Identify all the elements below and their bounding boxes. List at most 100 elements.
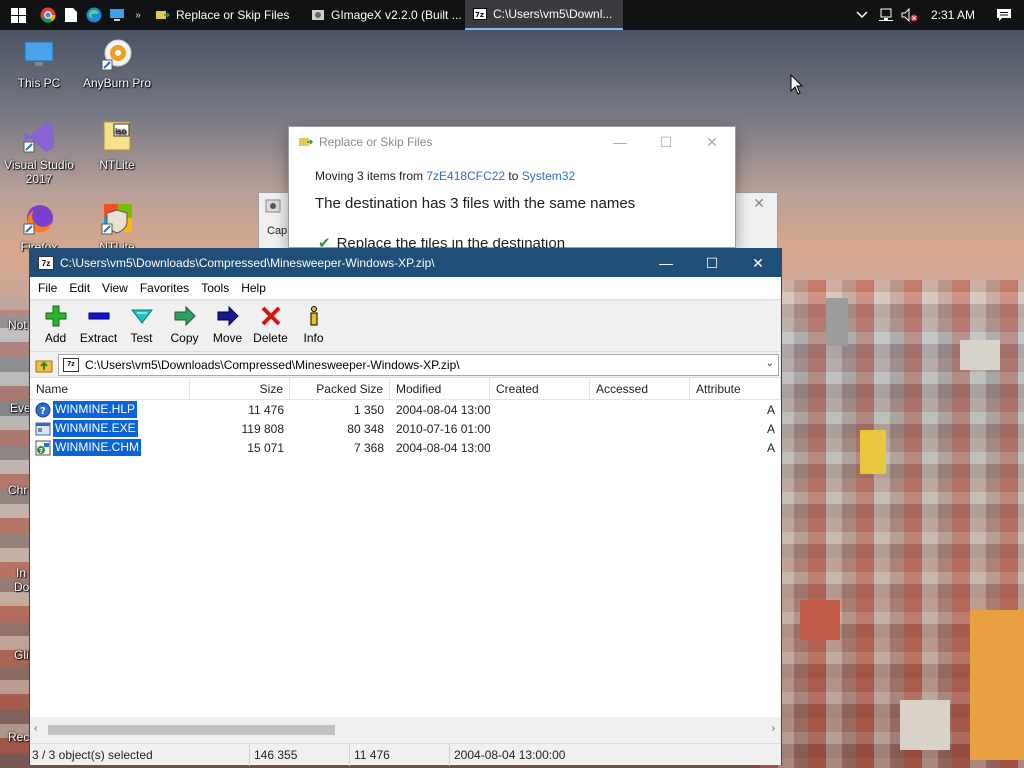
desktop-icon-label: This PC — [17, 76, 61, 90]
delete-icon — [259, 304, 283, 328]
chevron-right-icon[interactable]: » — [128, 0, 148, 30]
taskbar-clock[interactable]: 2:31 AM — [922, 8, 984, 22]
desktop-icon-ntlite-iso[interactable]: iso NTLite — [80, 120, 154, 172]
test-button[interactable]: Test — [120, 300, 163, 350]
destination-folder-link[interactable]: System32 — [522, 169, 575, 183]
delete-button[interactable]: Delete — [249, 300, 292, 350]
add-label: Add — [44, 331, 67, 345]
taskbar-task-7zip[interactable]: 7z C:\Users\vm5\Downl... — [465, 0, 623, 30]
minimize-icon[interactable]: — — [643, 249, 689, 277]
file-modified: 2004-08-04 13:00 — [396, 402, 490, 417]
taskbar-chrome-button[interactable] — [36, 0, 59, 30]
desktop-icon-ntlite[interactable]: NTLite — [80, 202, 154, 254]
extract-button[interactable]: Extract — [77, 300, 120, 350]
maximize-icon[interactable]: ☐ — [689, 249, 735, 277]
column-size[interactable]: Size — [190, 378, 290, 399]
move-files-icon — [299, 138, 313, 146]
add-button[interactable]: Add — [34, 300, 77, 350]
close-icon[interactable]: ✕ — [689, 127, 735, 157]
desktop-icon-firefox[interactable]: Firefox — [2, 202, 76, 254]
status-date: 2004-08-04 13:00:00 — [454, 747, 566, 762]
extract-icon — [87, 304, 111, 328]
replace-option-label: Replace the files in the destination — [336, 238, 566, 248]
scrollbar-thumb[interactable] — [48, 725, 335, 735]
start-button[interactable] — [0, 0, 36, 30]
taskbar-task-label: Replace or Skip Files — [176, 8, 290, 22]
replace-option[interactable]: ✔ Replace the files in the destination — [318, 238, 618, 248]
menu-bar: File Edit View Favorites Tools Help — [30, 277, 781, 299]
taskbar-task-label: GImageX v2.2.0 (Built ... — [331, 8, 462, 22]
chevron-down-icon[interactable]: ⌄ — [766, 358, 774, 369]
folder-up-icon[interactable] — [30, 353, 58, 377]
mouse-cursor-icon — [790, 74, 804, 95]
dialog-heading: The destination has 3 files with the sam… — [315, 195, 636, 212]
move-button[interactable]: Move — [206, 300, 249, 350]
close-icon[interactable]: ✕ — [747, 195, 771, 215]
table-row[interactable]: ? WINMINE.CHM 15 071 7 368 2004-08-04 13… — [30, 438, 781, 457]
taskbar-edge-button[interactable] — [82, 0, 105, 30]
dialog-window-controls: — ☐ ✕ — [597, 127, 735, 157]
minimize-icon[interactable]: — — [597, 127, 643, 157]
chrome-icon — [40, 7, 56, 23]
file-name: WINMINE.EXE — [53, 420, 138, 437]
add-icon — [44, 304, 68, 328]
volume-muted-icon[interactable] — [898, 0, 922, 30]
maximize-icon[interactable]: ☐ — [643, 127, 689, 157]
taskbar-file-button[interactable] — [59, 0, 82, 30]
replace-skip-dialog[interactable]: Replace or Skip Files — ☐ ✕ Moving 3 ite… — [288, 126, 736, 248]
column-created[interactable]: Created — [490, 378, 590, 399]
monitor-icon — [22, 38, 56, 72]
table-row[interactable]: WINMINE.EXE 119 808 80 348 2010-07-16 01… — [30, 419, 781, 438]
menu-view[interactable]: View — [96, 277, 134, 299]
desktop-icon-visual-studio[interactable]: Visual Studio 2017 — [2, 120, 76, 186]
desktop-partial-label: Chr — [8, 483, 28, 497]
address-path: C:\Users\vm5\Downloads\Compressed\Minesw… — [85, 357, 460, 372]
table-row[interactable]: ? WINMINE.HLP 11 476 1 350 2004-08-04 13… — [30, 400, 781, 419]
status-total-size: 146 355 — [250, 743, 350, 766]
iso-file-icon: iso — [100, 120, 134, 154]
document-icon — [64, 8, 77, 22]
notification-icon[interactable] — [984, 0, 1024, 30]
gimagex-capture-tab[interactable]: Cap — [267, 225, 287, 237]
address-input[interactable]: 7z C:\Users\vm5\Downloads\Compressed\Min… — [58, 353, 779, 376]
copy-button[interactable]: Copy — [163, 300, 206, 350]
desktop-partial-label: In — [16, 566, 27, 580]
column-name[interactable]: Name — [30, 378, 190, 399]
taskbar: » Replace or Skip Files GImageX v2.2.0 (… — [0, 0, 1024, 30]
menu-edit[interactable]: Edit — [63, 277, 96, 299]
menu-tools[interactable]: Tools — [195, 277, 235, 299]
column-accessed[interactable]: Accessed — [590, 378, 690, 399]
menu-help[interactable]: Help — [235, 277, 272, 299]
close-icon[interactable]: ✕ — [735, 249, 781, 277]
zip-archive-icon: 7z — [63, 357, 79, 372]
file-packed-size: 7 368 — [353, 440, 384, 455]
window-title: C:\Users\vm5\Downloads\Compressed\Minesw… — [60, 256, 435, 270]
taskbar-task-gimagex[interactable]: GImageX v2.2.0 (Built ... — [303, 0, 465, 30]
menu-favorites[interactable]: Favorites — [134, 277, 195, 299]
horizontal-scrollbar[interactable]: ‹ › — [30, 721, 781, 739]
desktop-icon-this-pc[interactable]: This PC — [2, 38, 76, 90]
column-packed-size[interactable]: Packed Size — [290, 378, 390, 399]
ntlite-shield-icon — [100, 202, 134, 236]
status-selected: 3 / 3 object(s) selected — [30, 743, 250, 766]
menu-file[interactable]: File — [32, 277, 63, 299]
column-modified[interactable]: Modified — [390, 378, 490, 399]
desktop-icon-anyburn[interactable]: AnyBurn Pro — [80, 38, 154, 90]
scroll-left-icon[interactable]: ‹ — [34, 723, 37, 734]
file-packed-size: 80 348 — [347, 421, 384, 436]
scroll-right-icon[interactable]: › — [772, 723, 775, 734]
copy-icon — [173, 304, 197, 328]
dialog-title: Replace or Skip Files — [319, 135, 433, 149]
taskbar-task-replace[interactable]: Replace or Skip Files — [148, 0, 303, 30]
network-icon[interactable] — [874, 0, 898, 30]
column-attributes[interactable]: Attribute — [690, 378, 781, 399]
7zip-window[interactable]: 7z C:\Users\vm5\Downloads\Compressed\Min… — [29, 248, 782, 766]
info-button[interactable]: Info — [292, 300, 335, 350]
svg-text:?: ? — [39, 447, 43, 455]
source-folder-link[interactable]: 7zE418CFC22 — [426, 169, 505, 183]
test-label: Test — [130, 331, 153, 345]
chevron-up-icon[interactable] — [850, 0, 874, 30]
taskbar-monitor-button[interactable] — [105, 0, 128, 30]
extract-label: Extract — [79, 331, 118, 345]
file-attributes: A — [766, 440, 775, 455]
